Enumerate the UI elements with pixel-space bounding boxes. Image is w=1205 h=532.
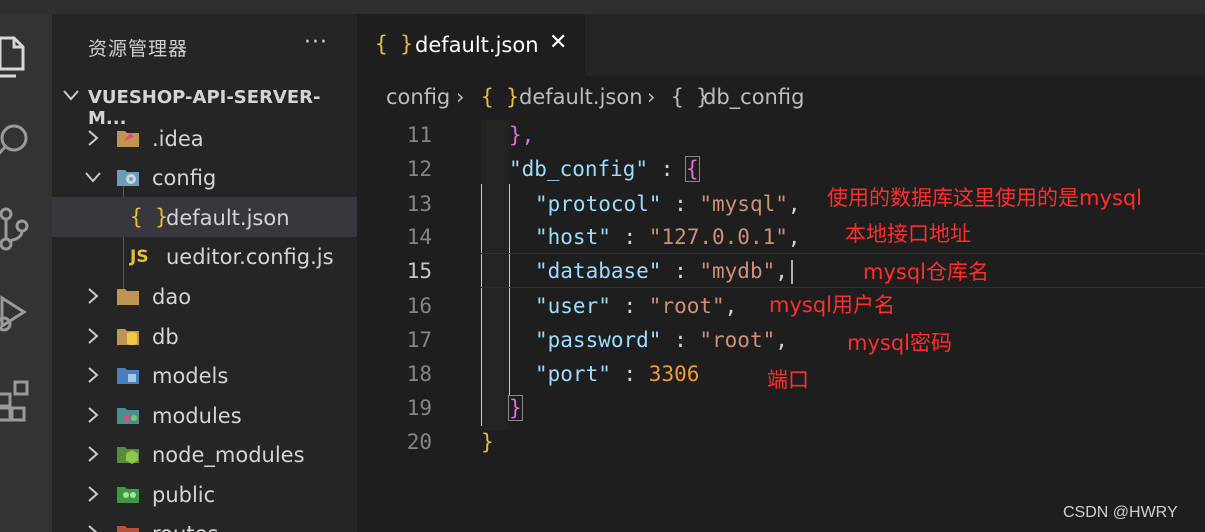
models-folder-icon [116,364,140,386]
tree-item-models[interactable]: models [52,355,357,395]
code-line-18: "port" : 3306 [535,362,700,386]
tree-item-config[interactable]: config [52,157,357,197]
tree-item-dao[interactable]: dao [52,276,357,316]
json-file-icon: { } [481,85,519,109]
tab-label: default.json [415,33,539,57]
chevron-right-icon: › [456,85,465,109]
watermark: CSDN @HWRY [1063,504,1178,521]
tree-item-default-json[interactable]: { } default.json [52,197,357,237]
tree-item-ueditor-config[interactable]: JS ueditor.config.js [52,236,357,276]
code-line-11: }, [509,123,535,147]
code-line-13: "protocol" : "mysql", [535,192,801,216]
code-editor[interactable]: 11 12 13 14 15 16 17 18 19 20 }, "db_con… [357,120,1205,532]
tree-item-label: dao [152,285,192,309]
breadcrumb: config › { } default.json › { } db_confi… [357,76,1205,120]
annotation-password: mysql密码 [847,331,952,355]
line-number: 16 [406,294,432,318]
tree-item-label: .idea [152,127,204,151]
activity-bar [0,14,52,532]
node-modules-folder-icon [116,443,140,465]
breadcrumb-config[interactable]: config [386,85,450,109]
json-file-icon: { } [375,32,413,56]
more-actions-icon[interactable]: ··· [304,30,328,55]
database-folder-icon [116,325,140,347]
tree-item-idea[interactable]: .idea [52,118,357,158]
tree-item-node-modules[interactable]: node_modules [52,434,357,474]
tree-item-label: models [152,364,229,388]
source-control-icon[interactable] [0,204,52,254]
tree-item-label: default.json [166,206,290,230]
breadcrumb-db-config[interactable]: db_config [703,85,804,109]
chevron-right-icon [86,445,100,467]
config-folder-icon [116,166,140,188]
line-number: 17 [406,328,432,352]
line-number: 20 [406,430,432,454]
chevron-right-icon [86,485,100,507]
code-line-14: "host" : "127.0.0.1", [535,225,801,249]
close-icon[interactable]: ✕ [549,30,567,55]
chevron-down-icon [62,86,80,108]
project-header[interactable]: VUESHOP-API-SERVER-M... [52,78,357,129]
files-icon[interactable] [0,32,52,82]
breadcrumb-default-json[interactable]: default.json [519,85,643,109]
search-icon[interactable] [0,118,52,168]
idea-folder-icon [116,127,140,149]
chevron-right-icon [86,366,100,388]
chevron-right-icon: › [647,85,656,109]
code-line-19: } [508,395,523,421]
code-line-15: "database" : "mydb", [535,259,793,284]
annotation-host: 本地接口地址 [845,222,971,246]
chevron-right-icon [86,524,100,532]
title-bar [0,0,1205,14]
tab-default-json[interactable]: { } default.json ✕ [357,14,585,76]
code-line-17: "password" : "root", [535,328,788,352]
annotation-protocol: 使用的数据库这里使用的是mysql [827,186,1142,210]
tree-item-label: ueditor.config.js [166,245,334,269]
public-folder-icon [116,483,140,505]
modules-folder-icon [116,404,140,426]
line-number: 18 [406,362,432,386]
explorer-title: 资源管理器 [88,38,189,60]
tree-item-label: modules [152,404,242,428]
line-number: 12 [406,157,432,181]
tree-item-label: routes [152,522,218,532]
bracket-guide [481,184,482,426]
tab-bar: { } default.json ✕ [357,14,1205,76]
chevron-right-icon [86,327,100,349]
line-number: 14 [406,225,432,249]
chevron-right-icon [86,129,100,151]
tree-item-routes[interactable]: routes [52,513,357,532]
tree-item-label: db [152,325,179,349]
tree-item-public[interactable]: public [52,474,357,514]
explorer-sidebar: 资源管理器 ··· VUESHOP-API-SERVER-M... .idea … [52,14,357,532]
annotation-port: 端口 [767,368,809,392]
active-indent-guide [509,184,510,396]
code-line-20: } [481,430,494,454]
chevron-right-icon [86,406,100,428]
annotation-database: mysql仓库名 [863,260,989,284]
text-cursor [790,260,793,284]
tree-item-modules[interactable]: modules [52,395,357,435]
tree-item-label: config [152,166,217,190]
code-line-12: "db_config" : { [509,156,700,182]
run-debug-icon[interactable] [0,290,52,340]
tree-item-label: public [152,483,216,507]
tree-item-db[interactable]: db [52,316,357,356]
chevron-right-icon [86,287,100,309]
extensions-icon[interactable] [0,376,52,426]
line-number: 15 [406,259,432,283]
json-file-icon: { } [130,205,168,229]
routes-folder-icon [116,522,140,532]
code-line-16: "user" : "root", [535,294,738,318]
tree-item-label: node_modules [152,443,305,467]
chevron-down-icon [84,168,102,190]
line-number: 11 [406,123,432,147]
annotation-user: mysql用户名 [769,293,895,317]
folder-icon [116,285,140,307]
line-number: 13 [406,192,432,216]
line-number: 19 [406,396,432,420]
js-file-icon: JS [130,247,149,267]
